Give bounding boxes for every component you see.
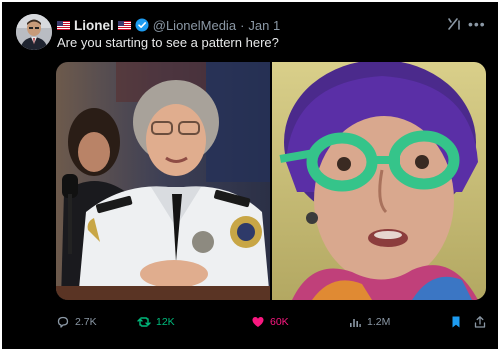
uniformed-officer-photo[interactable] [56, 62, 270, 300]
us-flag-icon [57, 20, 70, 30]
share-icon [474, 316, 486, 328]
us-flag-icon [117, 20, 131, 30]
share-button[interactable] [473, 312, 487, 332]
more-options-icon[interactable]: ••• [468, 16, 486, 32]
tweet-card: Lionel @LionelMedia · Jan 1 ••• Are you … [2, 2, 498, 349]
tweet-text: Are you starting to see a pattern here? [57, 35, 279, 50]
separator-dot: · [240, 17, 245, 33]
like-count: 60K [270, 316, 289, 328]
display-name[interactable]: Lionel [74, 18, 114, 33]
repost-button[interactable]: 12K [137, 312, 175, 332]
tweet-date[interactable]: Jan 1 [248, 18, 280, 33]
reply-icon [57, 316, 69, 328]
views-count: 1.2M [367, 316, 391, 328]
tweet-media[interactable] [56, 62, 486, 300]
views-icon [350, 319, 361, 327]
views-button[interactable]: 1.2M [348, 312, 390, 332]
bookmark-icon [452, 316, 460, 328]
repost-icon [137, 317, 151, 327]
verified-badge-icon[interactable] [135, 18, 149, 32]
user-handle[interactable]: @LionelMedia [153, 18, 236, 33]
reply-count: 2.7K [75, 316, 97, 328]
green-glasses-woman-photo[interactable] [272, 62, 486, 300]
action-bar: 2.7K 12K 60K 1.2M [56, 312, 486, 332]
grok-icon[interactable] [446, 16, 462, 32]
repost-count: 12K [156, 316, 175, 328]
reply-button[interactable]: 2.7K [56, 312, 97, 332]
like-icon [252, 317, 264, 327]
tweet-header: Lionel @LionelMedia · Jan 1 [57, 15, 438, 35]
like-button[interactable]: 60K [251, 312, 289, 332]
bookmark-button[interactable] [449, 312, 463, 332]
user-avatar[interactable] [16, 14, 52, 50]
